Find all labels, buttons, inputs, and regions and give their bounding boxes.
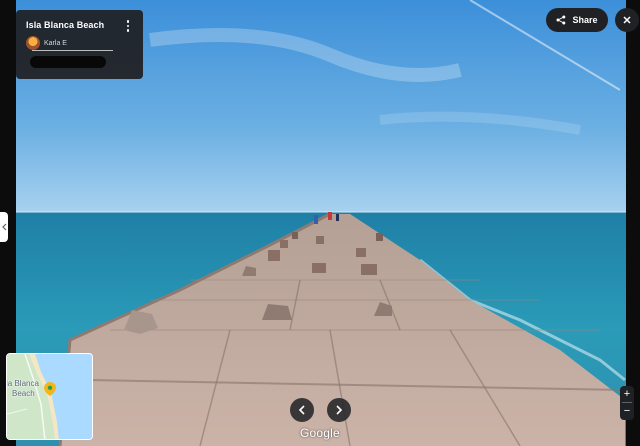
more-vert-icon bbox=[126, 20, 130, 23]
right-edge-bar bbox=[626, 0, 640, 446]
minimap-label: la Blanca bbox=[6, 379, 39, 388]
zoom-control: + − bbox=[620, 386, 634, 420]
previous-photo-button[interactable] bbox=[290, 398, 314, 422]
card-shadow bbox=[30, 56, 106, 68]
close-icon bbox=[623, 16, 631, 24]
author-row[interactable]: Karla E bbox=[26, 36, 133, 50]
chevron-left-icon bbox=[298, 405, 305, 415]
author-name[interactable]: Karla E bbox=[44, 40, 67, 47]
share-label: Share bbox=[572, 15, 598, 25]
avatar bbox=[26, 36, 40, 50]
share-button[interactable]: Share bbox=[546, 8, 608, 32]
share-icon bbox=[556, 15, 566, 25]
google-logo: Google bbox=[300, 426, 340, 440]
street-view-viewer[interactable]: Isla Blanca Beach Karla E Share la Blanc… bbox=[0, 0, 640, 446]
zoom-out-button[interactable]: − bbox=[620, 403, 634, 419]
map-pin-icon bbox=[44, 382, 56, 396]
place-title[interactable]: Isla Blanca Beach bbox=[26, 20, 133, 31]
next-photo-button[interactable] bbox=[327, 398, 351, 422]
zoom-in-button[interactable]: + bbox=[620, 386, 634, 402]
chevron-right-icon bbox=[336, 405, 343, 415]
minimap-label-2: Beach bbox=[12, 389, 35, 398]
chevron-left-icon bbox=[1, 223, 6, 231]
minimap[interactable]: la Blanca Beach bbox=[6, 353, 93, 440]
place-info-card: Isla Blanca Beach Karla E bbox=[16, 10, 143, 79]
more-options-button[interactable] bbox=[123, 18, 133, 34]
collapse-panel-tab[interactable] bbox=[0, 212, 8, 242]
card-divider bbox=[32, 50, 113, 51]
close-button[interactable] bbox=[615, 8, 639, 32]
